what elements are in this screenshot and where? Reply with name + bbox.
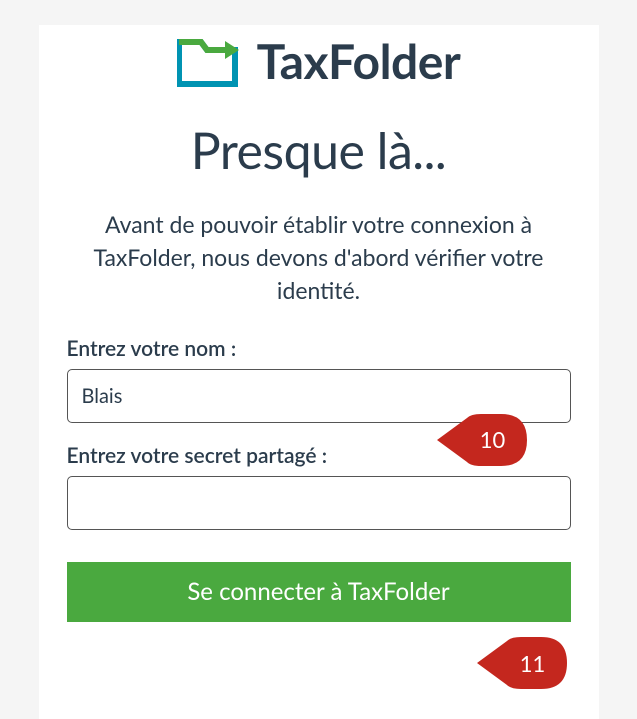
name-input[interactable]	[67, 369, 571, 423]
folder-arrow-icon	[177, 36, 245, 88]
login-card: TaxFolder Presque là... Avant de pouvoir…	[39, 25, 599, 719]
logo-container: TaxFolder	[67, 25, 571, 102]
secret-input[interactable]	[67, 476, 571, 530]
name-field-group: Entrez votre nom : 10	[67, 336, 571, 423]
callout-step-11: 11	[477, 637, 567, 689]
secret-field-group: Entrez votre secret partagé :	[67, 443, 571, 530]
logo: TaxFolder	[177, 33, 461, 90]
name-label: Entrez votre nom :	[67, 336, 571, 361]
page-subtitle: Avant de pouvoir établir votre connexion…	[67, 208, 571, 308]
page-title: Presque là...	[67, 120, 571, 180]
secret-label: Entrez votre secret partagé :	[67, 443, 571, 468]
submit-button[interactable]: Se connecter à TaxFolder	[67, 562, 571, 622]
logo-text: TaxFolder	[257, 33, 461, 90]
